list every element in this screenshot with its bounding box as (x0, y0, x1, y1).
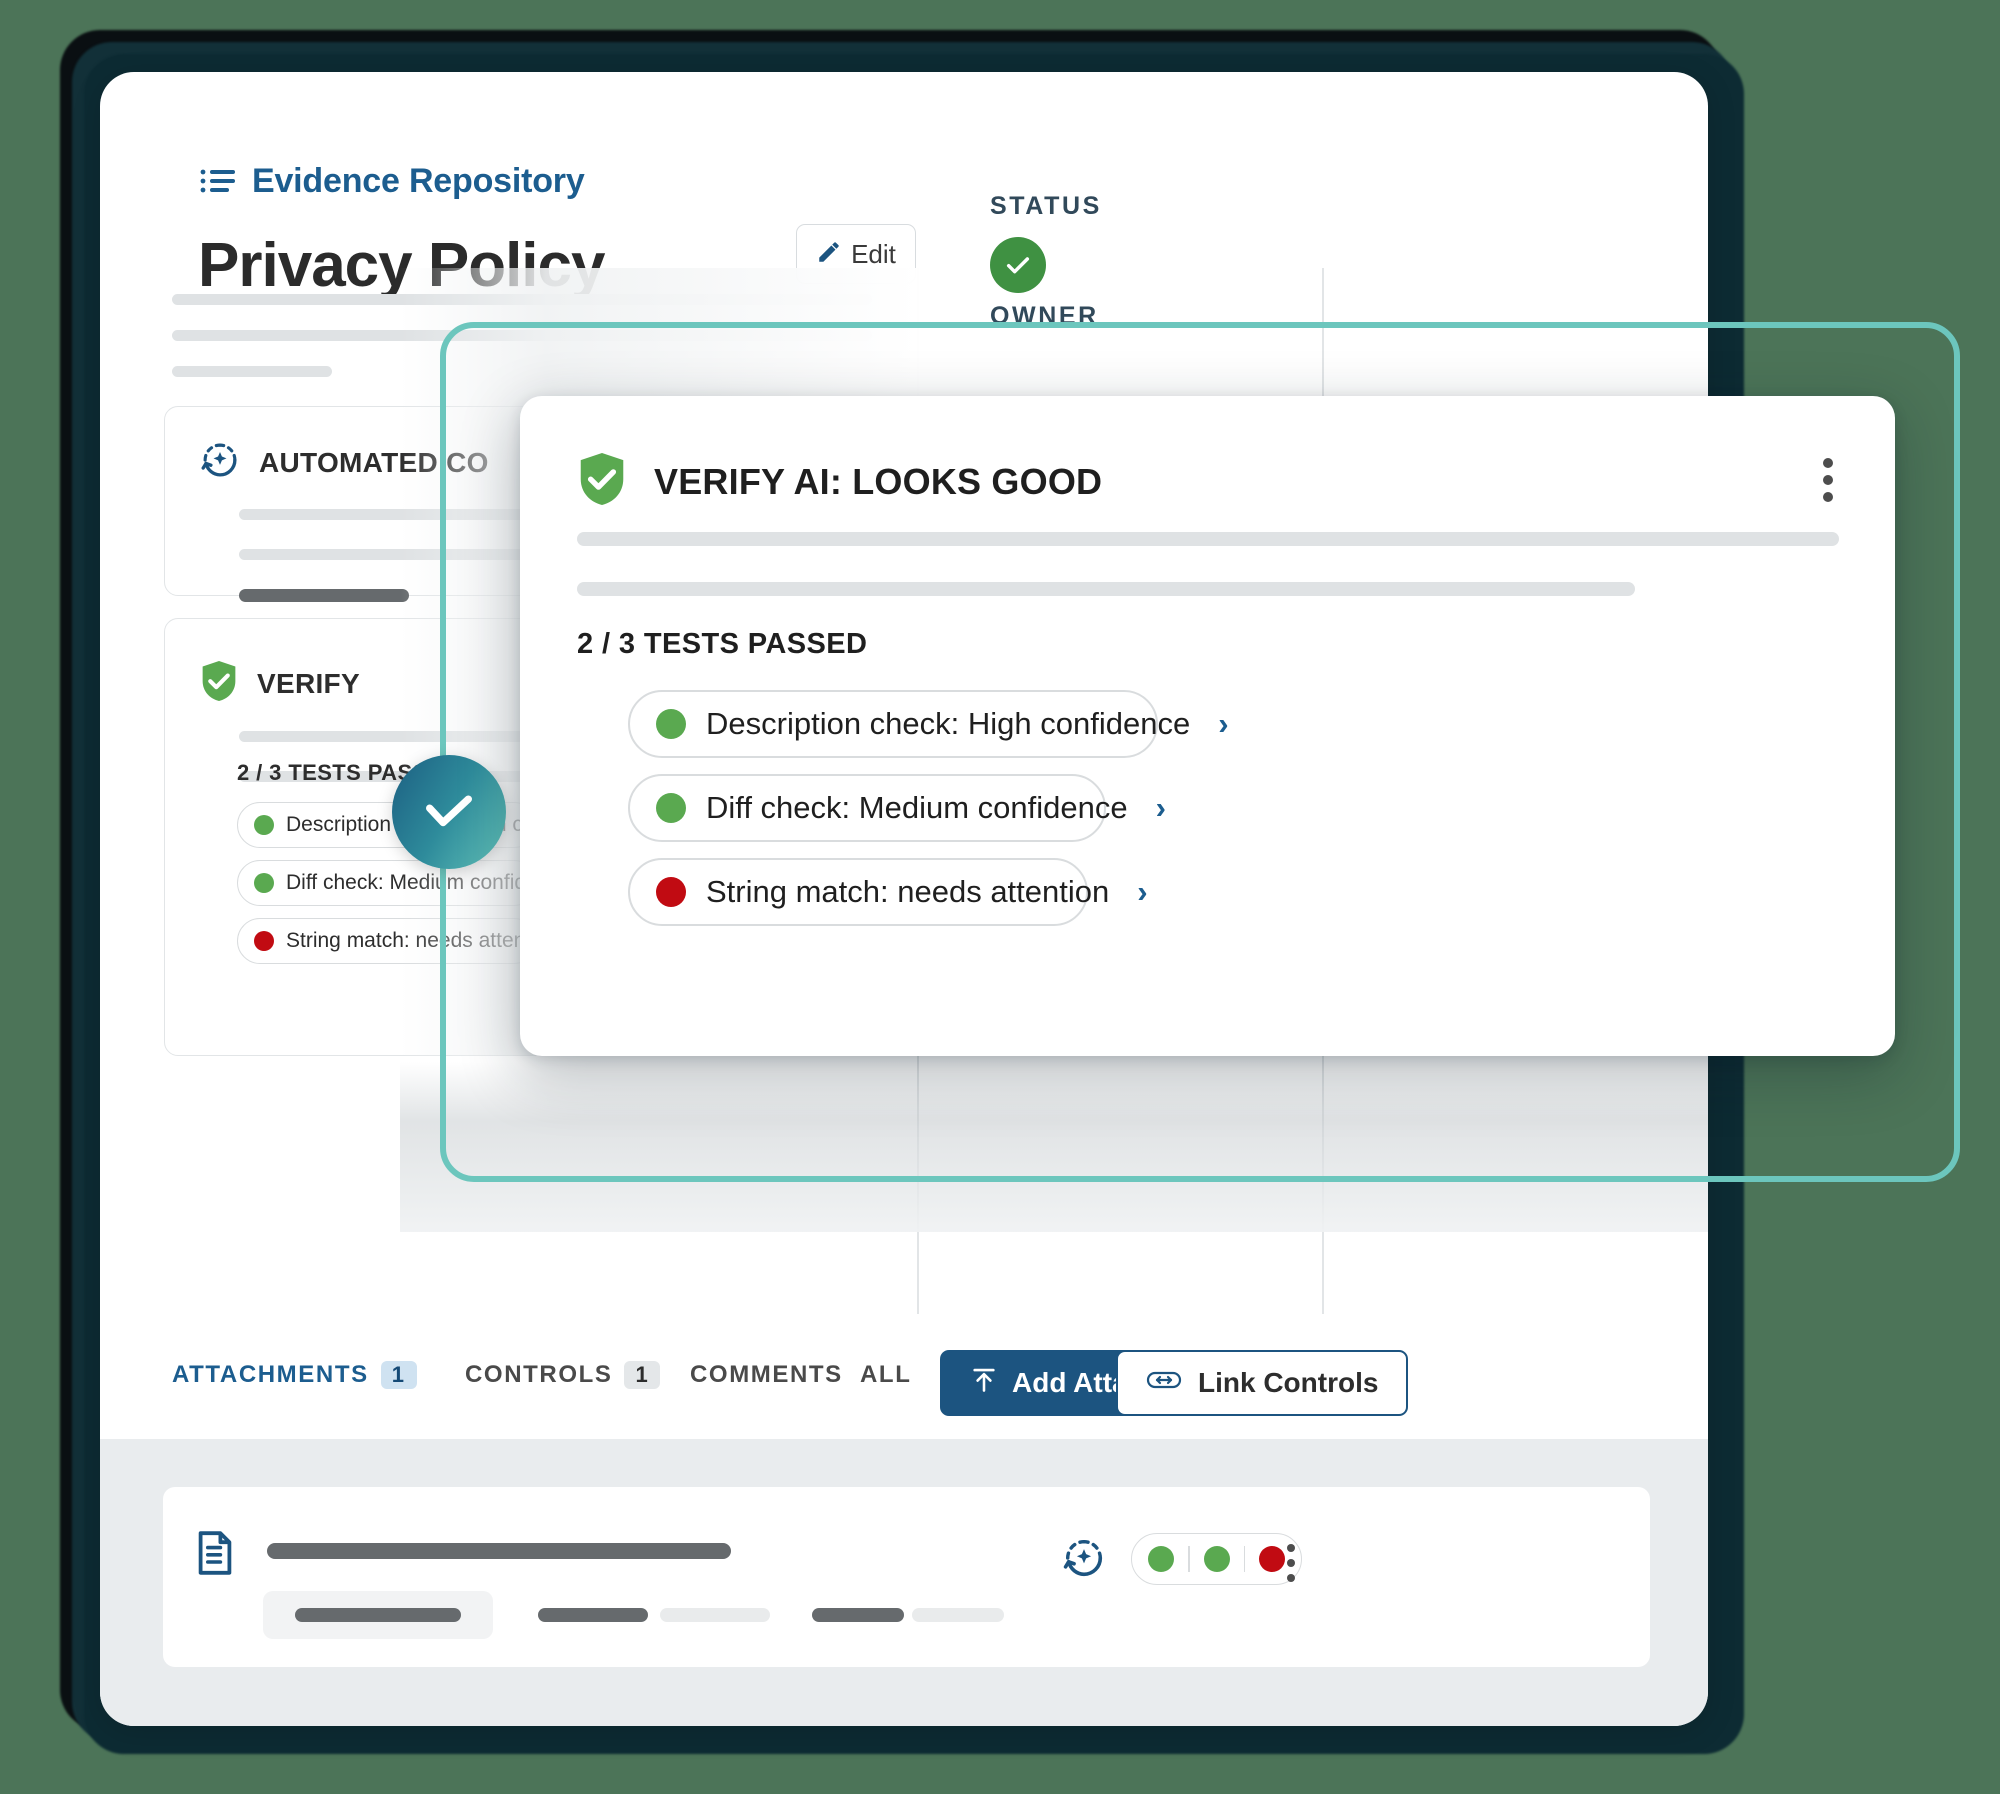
dot-separator (1188, 1546, 1190, 1572)
skeleton-line (660, 1608, 770, 1622)
automated-card-header: AUTOMATED CO (199, 439, 489, 486)
skeleton-line (538, 1608, 648, 1622)
check-pill[interactable]: String match: needs attention › (237, 918, 583, 964)
edit-button-label: Edit (851, 238, 896, 269)
link-icon (1146, 1367, 1182, 1399)
tab-attachments-badge: 1 (380, 1361, 417, 1389)
status-badge (990, 237, 1046, 293)
modal-check-label: Description check: High confidence (706, 706, 1191, 741)
skeleton-line (172, 294, 872, 305)
upload-icon (970, 1366, 998, 1401)
status-dot (656, 877, 686, 907)
attachment-menu-icon[interactable] (1287, 1544, 1295, 1582)
status-label: STATUS (990, 192, 1102, 220)
list-icon (200, 168, 236, 196)
tab-all-label: ALL (860, 1361, 912, 1388)
chevron-right-icon: › (1218, 706, 1229, 741)
status-dot-1 (1148, 1546, 1174, 1572)
edit-button[interactable]: Edit (796, 224, 916, 284)
breadcrumb-label: Evidence Repository (252, 162, 585, 200)
skeleton-line (267, 1543, 731, 1559)
chevron-right-icon: › (1137, 874, 1148, 909)
verify-ai-modal: VERIFY AI: LOOKS GOOD 2 / 3 TESTS PASSED… (520, 396, 1895, 1056)
modal-check-pill-3[interactable]: String match: needs attention › (628, 858, 1148, 926)
status-dot-2 (1203, 1546, 1230, 1572)
verify-card-header: VERIFY (199, 659, 360, 708)
attachment-row[interactable] (163, 1487, 1650, 1667)
modal-menu-icon[interactable] (1823, 458, 1833, 502)
tab-comments[interactable]: COMMENTS (690, 1361, 843, 1389)
shield-check-icon (576, 450, 628, 513)
attachment-status-dots[interactable] (1131, 1533, 1302, 1585)
chevron-right-icon: › (1155, 790, 1166, 825)
check-pill-label: String match: needs attention (286, 929, 560, 952)
pencil-icon (816, 239, 842, 270)
tab-bar: ATTACHMENTS 1 CONTROLS 1 COMMENTS ALL (100, 1317, 1708, 1439)
link-controls-button[interactable]: Link Controls (1116, 1350, 1409, 1416)
tab-controls[interactable]: CONTROLS 1 (465, 1361, 661, 1389)
status-dot (254, 815, 274, 835)
status-dot (656, 709, 686, 739)
status-dot (254, 873, 274, 893)
link-controls-label: Link Controls (1198, 1367, 1379, 1398)
tab-attachments-label: ATTACHMENTS (172, 1361, 369, 1388)
skeleton-line (172, 366, 332, 377)
modal-skeleton-line (577, 532, 1839, 546)
tab-attachments[interactable]: ATTACHMENTS 1 (172, 1361, 417, 1389)
automated-card-title: AUTOMATED CO (259, 446, 489, 478)
modal-tests-passed: 2 / 3 TESTS PASSED (577, 628, 868, 660)
dot-separator (1243, 1546, 1245, 1572)
modal-check-pill-1[interactable]: Description check: High confidence › (628, 690, 1229, 758)
owner-label: OWNER (990, 302, 1099, 330)
modal-skeleton-line (577, 582, 1635, 596)
skeleton-line (239, 589, 409, 602)
skeleton-line (295, 1608, 461, 1622)
highlight-check-circle (392, 755, 506, 869)
modal-check-pill-2[interactable]: Diff check: Medium confidence › (628, 774, 1166, 842)
check-pill[interactable]: Diff check: Medium confidence › (237, 860, 595, 906)
breadcrumb[interactable]: Evidence Repository (200, 162, 585, 201)
skeleton-line (912, 1608, 1004, 1622)
verify-card-title: VERIFY (257, 667, 360, 699)
status-dot (656, 793, 686, 823)
shield-check-icon (199, 659, 239, 708)
page-title: Privacy Policy (198, 231, 605, 300)
skeleton-line (812, 1608, 904, 1622)
status-dot-3 (1259, 1546, 1285, 1572)
ai-refresh-icon[interactable] (1061, 1535, 1107, 1586)
modal-header: VERIFY AI: LOOKS GOOD (576, 450, 1102, 513)
modal-check-label: Diff check: Medium confidence (706, 790, 1128, 825)
ai-refresh-icon (199, 439, 241, 486)
modal-check-label: String match: needs attention (706, 874, 1110, 909)
card-fade-overlay-2 (400, 1062, 1708, 1232)
document-icon (197, 1531, 233, 1580)
skeleton-line (172, 330, 872, 341)
tab-controls-badge: 1 (624, 1361, 661, 1389)
modal-title: VERIFY AI: LOOKS GOOD (654, 460, 1103, 502)
tab-controls-label: CONTROLS (465, 1361, 613, 1388)
status-dot (254, 931, 274, 951)
tab-all[interactable]: ALL (860, 1361, 911, 1389)
tab-comments-label: COMMENTS (690, 1361, 843, 1388)
